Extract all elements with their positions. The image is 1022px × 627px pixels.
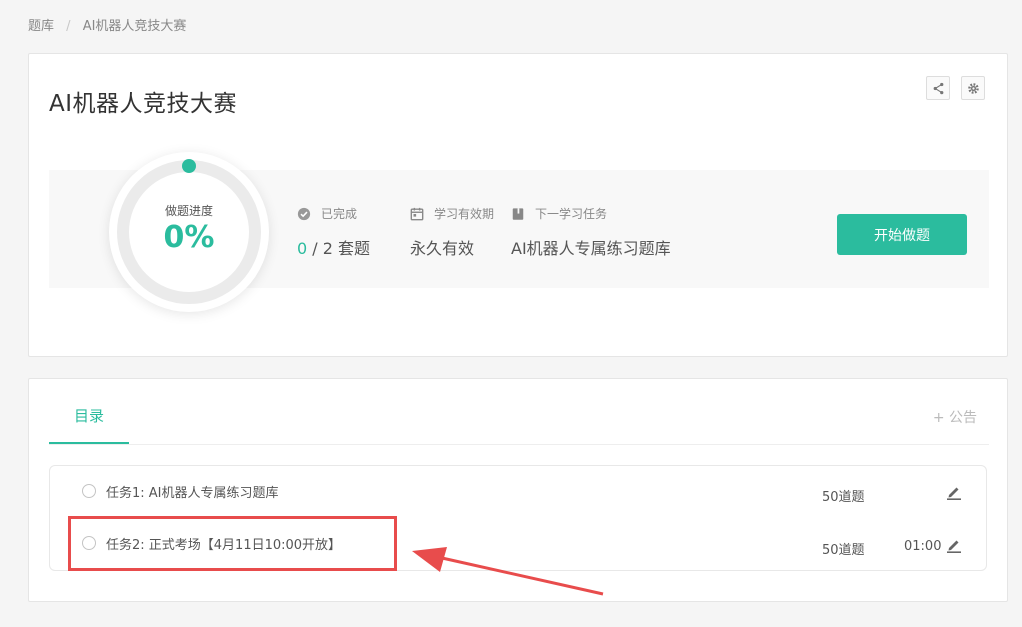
stat-validity-value: 永久有效 bbox=[410, 239, 475, 258]
breadcrumb: 题库 / AI机器人竞技大赛 bbox=[28, 15, 186, 34]
stat-completed: 已完成 0 / 2 套题 bbox=[297, 205, 370, 259]
progress-label: 做题进度 bbox=[164, 204, 213, 218]
share-button[interactable] bbox=[926, 76, 950, 100]
share-icon bbox=[933, 82, 943, 94]
book-icon bbox=[512, 207, 524, 220]
check-circle-icon bbox=[297, 207, 311, 220]
task-question-count: 50道题 bbox=[822, 490, 865, 505]
task-question-count: 50道题 bbox=[822, 543, 865, 558]
stat-next-task: 下一学习任务 AI机器人专属练习题库 bbox=[511, 205, 671, 259]
task-duration: 01:00 bbox=[904, 539, 942, 554]
catalog-tabs: 目录 + 公告 bbox=[49, 379, 989, 445]
stat-completed-total: / 2 套题 bbox=[307, 239, 371, 258]
progress-indicator-dot bbox=[182, 159, 196, 173]
tab-active-underline bbox=[49, 442, 129, 444]
start-practice-button[interactable]: 开始做题 bbox=[837, 214, 967, 255]
stat-completed-label: 已完成 bbox=[321, 207, 358, 221]
stat-next-task-label: 下一学习任务 bbox=[535, 207, 608, 221]
stat-completed-count: 0 bbox=[297, 239, 308, 258]
course-summary-card: AI机器人竞技大赛 做题进度 0% 已完成 0 / 2 套题 学习有效期 永久有… bbox=[28, 53, 1008, 357]
edit-icon[interactable] bbox=[946, 537, 962, 553]
stat-validity: 学习有效期 永久有效 bbox=[410, 205, 494, 259]
stat-next-task-value[interactable]: AI机器人专属练习题库 bbox=[511, 235, 671, 259]
page-title: AI机器人竞技大赛 bbox=[49, 91, 238, 117]
edit-icon[interactable] bbox=[946, 484, 962, 500]
breadcrumb-current: AI机器人竞技大赛 bbox=[82, 19, 187, 34]
add-notice-button[interactable]: + 公告 bbox=[933, 407, 977, 427]
settings-button[interactable] bbox=[961, 76, 985, 100]
progress-ring: 做题进度 0% bbox=[109, 152, 269, 312]
task-name[interactable]: 任务1: AI机器人专属练习题库 bbox=[106, 482, 279, 501]
breadcrumb-separator: / bbox=[66, 19, 71, 34]
task-row[interactable]: 任务1: AI机器人专属练习题库 50道题 bbox=[50, 466, 986, 518]
tab-catalog[interactable]: 目录 bbox=[49, 405, 129, 426]
task-status-radio[interactable] bbox=[82, 484, 96, 498]
gear-icon bbox=[967, 82, 979, 94]
stat-validity-label: 学习有效期 bbox=[434, 207, 495, 221]
calendar-icon bbox=[410, 207, 424, 220]
annotation-highlight-box bbox=[68, 516, 397, 571]
breadcrumb-root-link[interactable]: 题库 bbox=[28, 19, 54, 34]
progress-value: 0% bbox=[163, 220, 215, 255]
